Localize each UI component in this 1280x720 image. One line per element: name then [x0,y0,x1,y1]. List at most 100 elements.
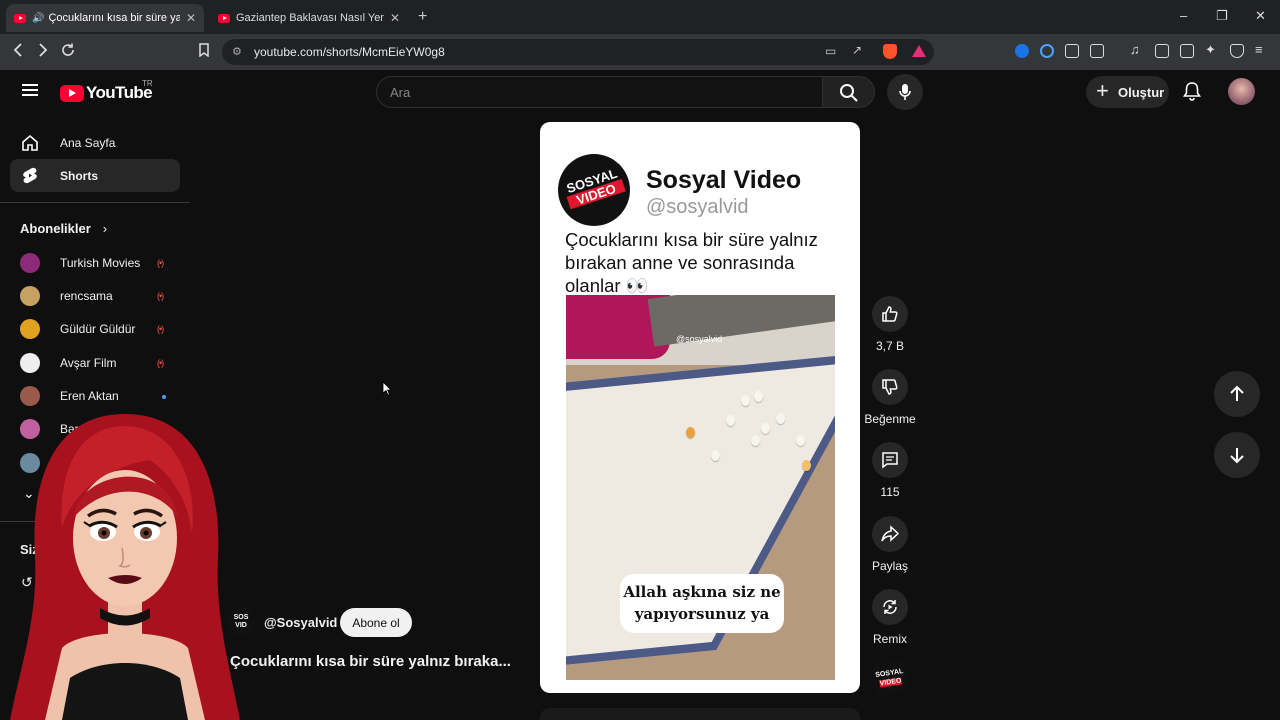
share-icon [881,525,899,542]
tab-inactive[interactable]: Gaziantep Baklavası Nasıl Yenir ? - Ke ✕ [210,4,408,32]
video-frame: @sosyalvid Allah aşkına siz ne yapıyorsu… [566,295,835,680]
channel-name: Turkish Movies [60,256,141,270]
url-bar[interactable]: ⚙ youtube.com/shorts/McmEieYW0g8 ▭ ↗ [222,39,934,65]
channel-avatar [20,253,40,273]
channel-avatar [20,353,40,373]
account-avatar[interactable] [1228,78,1255,105]
subscription-item[interactable]: Turkish Movies [20,253,140,273]
egg [711,450,720,461]
microphone-icon [899,84,911,100]
tab-bar: 🔊 Çocuklarını kısa bir süre yalnız ✕ Gaz… [0,0,1280,34]
remix-button[interactable] [872,589,908,625]
caption-line: yapıyorsunuz ya [634,605,770,623]
browser-menu-icon[interactable]: ≡ [1255,42,1269,57]
sidebar-item-shorts[interactable]: Shorts [10,159,180,192]
video-caption: Allah aşkına siz ne yapıyorsunuz ya [620,574,784,633]
channel-row: SOS VID @Sosyalvid [226,607,337,637]
extensions-puzzle-icon[interactable] [1065,44,1079,58]
notifications-bell-icon[interactable] [1183,81,1201,101]
new-tab-icon[interactable]: + [418,8,427,26]
brave-shield-icon[interactable] [883,44,897,59]
mouse-cursor-icon [382,381,392,396]
tab-active[interactable]: 🔊 Çocuklarını kısa bir süre yalnız ✕ [6,4,204,32]
shorts-icon [23,167,37,184]
video-watermark: @sosyalvid [676,334,723,344]
minimize-icon[interactable]: – [1180,8,1187,23]
subscriptions-heading-text: Abonelikler [20,221,91,236]
search-input[interactable]: Ara [376,76,823,108]
sidebar-item-label: Ana Sayfa [60,136,116,150]
channel-name: rencsama [60,289,113,303]
back-icon[interactable] [12,43,24,62]
like-count: 3,7 B [875,339,905,353]
like-button[interactable] [872,296,908,332]
create-button[interactable]: Oluştur [1086,76,1169,108]
extension-shazam-icon[interactable] [1015,44,1029,58]
window-close-icon[interactable]: ✕ [1255,8,1266,24]
browser-window: 🔊 Çocuklarını kısa bir süre yalnız ✕ Gaz… [0,0,1280,720]
brave-rewards-icon[interactable] [912,45,926,57]
egg [726,415,735,426]
wallet-icon[interactable] [1180,44,1194,58]
forward-icon[interactable] [37,43,49,62]
site-info-icon[interactable]: ⚙ [232,45,242,58]
reload-icon[interactable] [61,43,75,62]
search-button[interactable] [822,76,875,108]
channel-name[interactable]: @Sosyalvid [264,615,337,630]
search-placeholder: Ara [390,85,411,100]
speaker-icon: 🔊 [32,12,45,24]
dislike-label: Beğenme [864,412,916,426]
audio-channel-thumbnail[interactable]: SOSYAL VIDEO [871,659,909,697]
arrow-down-icon [1230,448,1244,464]
short-title[interactable]: Çocuklarını kısa bir süre yalnız bıraka.… [230,653,511,670]
cast-icon[interactable]: ▭ [825,44,836,58]
live-indicator-icon: (•) [157,291,164,301]
subscribe-button[interactable]: Abone ol [340,608,412,637]
extension-copilot-icon[interactable] [1040,44,1054,58]
egg-yolk [802,460,811,471]
address-toolbar: ⚙ youtube.com/shorts/McmEieYW0g8 ▭ ↗ ♫ ✦… [0,34,1280,70]
voice-search-button[interactable] [887,74,923,110]
leo-ai-icon[interactable]: ✦ [1205,42,1219,57]
subscription-item[interactable]: Güldür Güldür [20,319,135,339]
share-page-icon[interactable]: ↗ [852,43,862,57]
comments-button[interactable] [872,442,908,478]
bookmark-icon[interactable] [198,43,210,62]
url-text: youtube.com/shorts/McmEieYW0g8 [254,45,445,59]
share-button[interactable] [872,516,908,552]
maximize-icon[interactable]: ❐ [1216,8,1228,24]
brand-handle: @sosyalvid [646,196,749,218]
sidebar-toggle-icon[interactable] [1155,44,1169,58]
home-icon [22,134,38,151]
vpn-shield-icon[interactable] [1230,44,1244,58]
region-code: TR [142,79,153,88]
next-short-preview[interactable] [540,708,860,720]
brand-name: Sosyal Video [646,166,802,194]
thumbs-up-icon [882,306,898,322]
media-music-icon[interactable]: ♫ [1130,42,1144,57]
subscription-item[interactable]: Eren Aktan [20,386,119,406]
previous-short-button[interactable] [1214,371,1260,417]
shorts-video-player[interactable]: SOSYAL VIDEO Sosyal Video @sosyalvid Çocu… [540,122,860,693]
youtube-logo[interactable]: YouTube TR [60,79,153,103]
subscription-item[interactable]: rencsama [20,286,113,306]
comment-count: 115 [880,485,900,499]
youtube-favicon-icon [218,13,230,23]
subscriptions-heading[interactable]: Abonelikler › [20,221,107,236]
youtube-favicon-icon [14,13,26,23]
tab-close-icon[interactable]: ✕ [186,11,196,25]
sidebar-item-home[interactable]: Ana Sayfa [10,126,180,159]
live-indicator-icon: (•) [157,324,164,334]
live-indicator-icon: (•) [157,258,164,268]
next-short-button[interactable] [1214,432,1260,478]
create-label: Oluştur [1118,84,1165,100]
remix-icon [883,600,897,614]
channel-avatar [20,286,40,306]
subscription-item[interactable]: Avşar Film [20,353,116,373]
caption-line: Allah aşkına siz ne [623,583,781,601]
menu-hamburger-icon[interactable] [22,84,38,96]
screenshot-icon[interactable] [1090,44,1104,58]
dislike-button[interactable] [872,369,908,405]
egg [751,435,760,446]
tab-close-icon[interactable]: ✕ [390,11,400,25]
